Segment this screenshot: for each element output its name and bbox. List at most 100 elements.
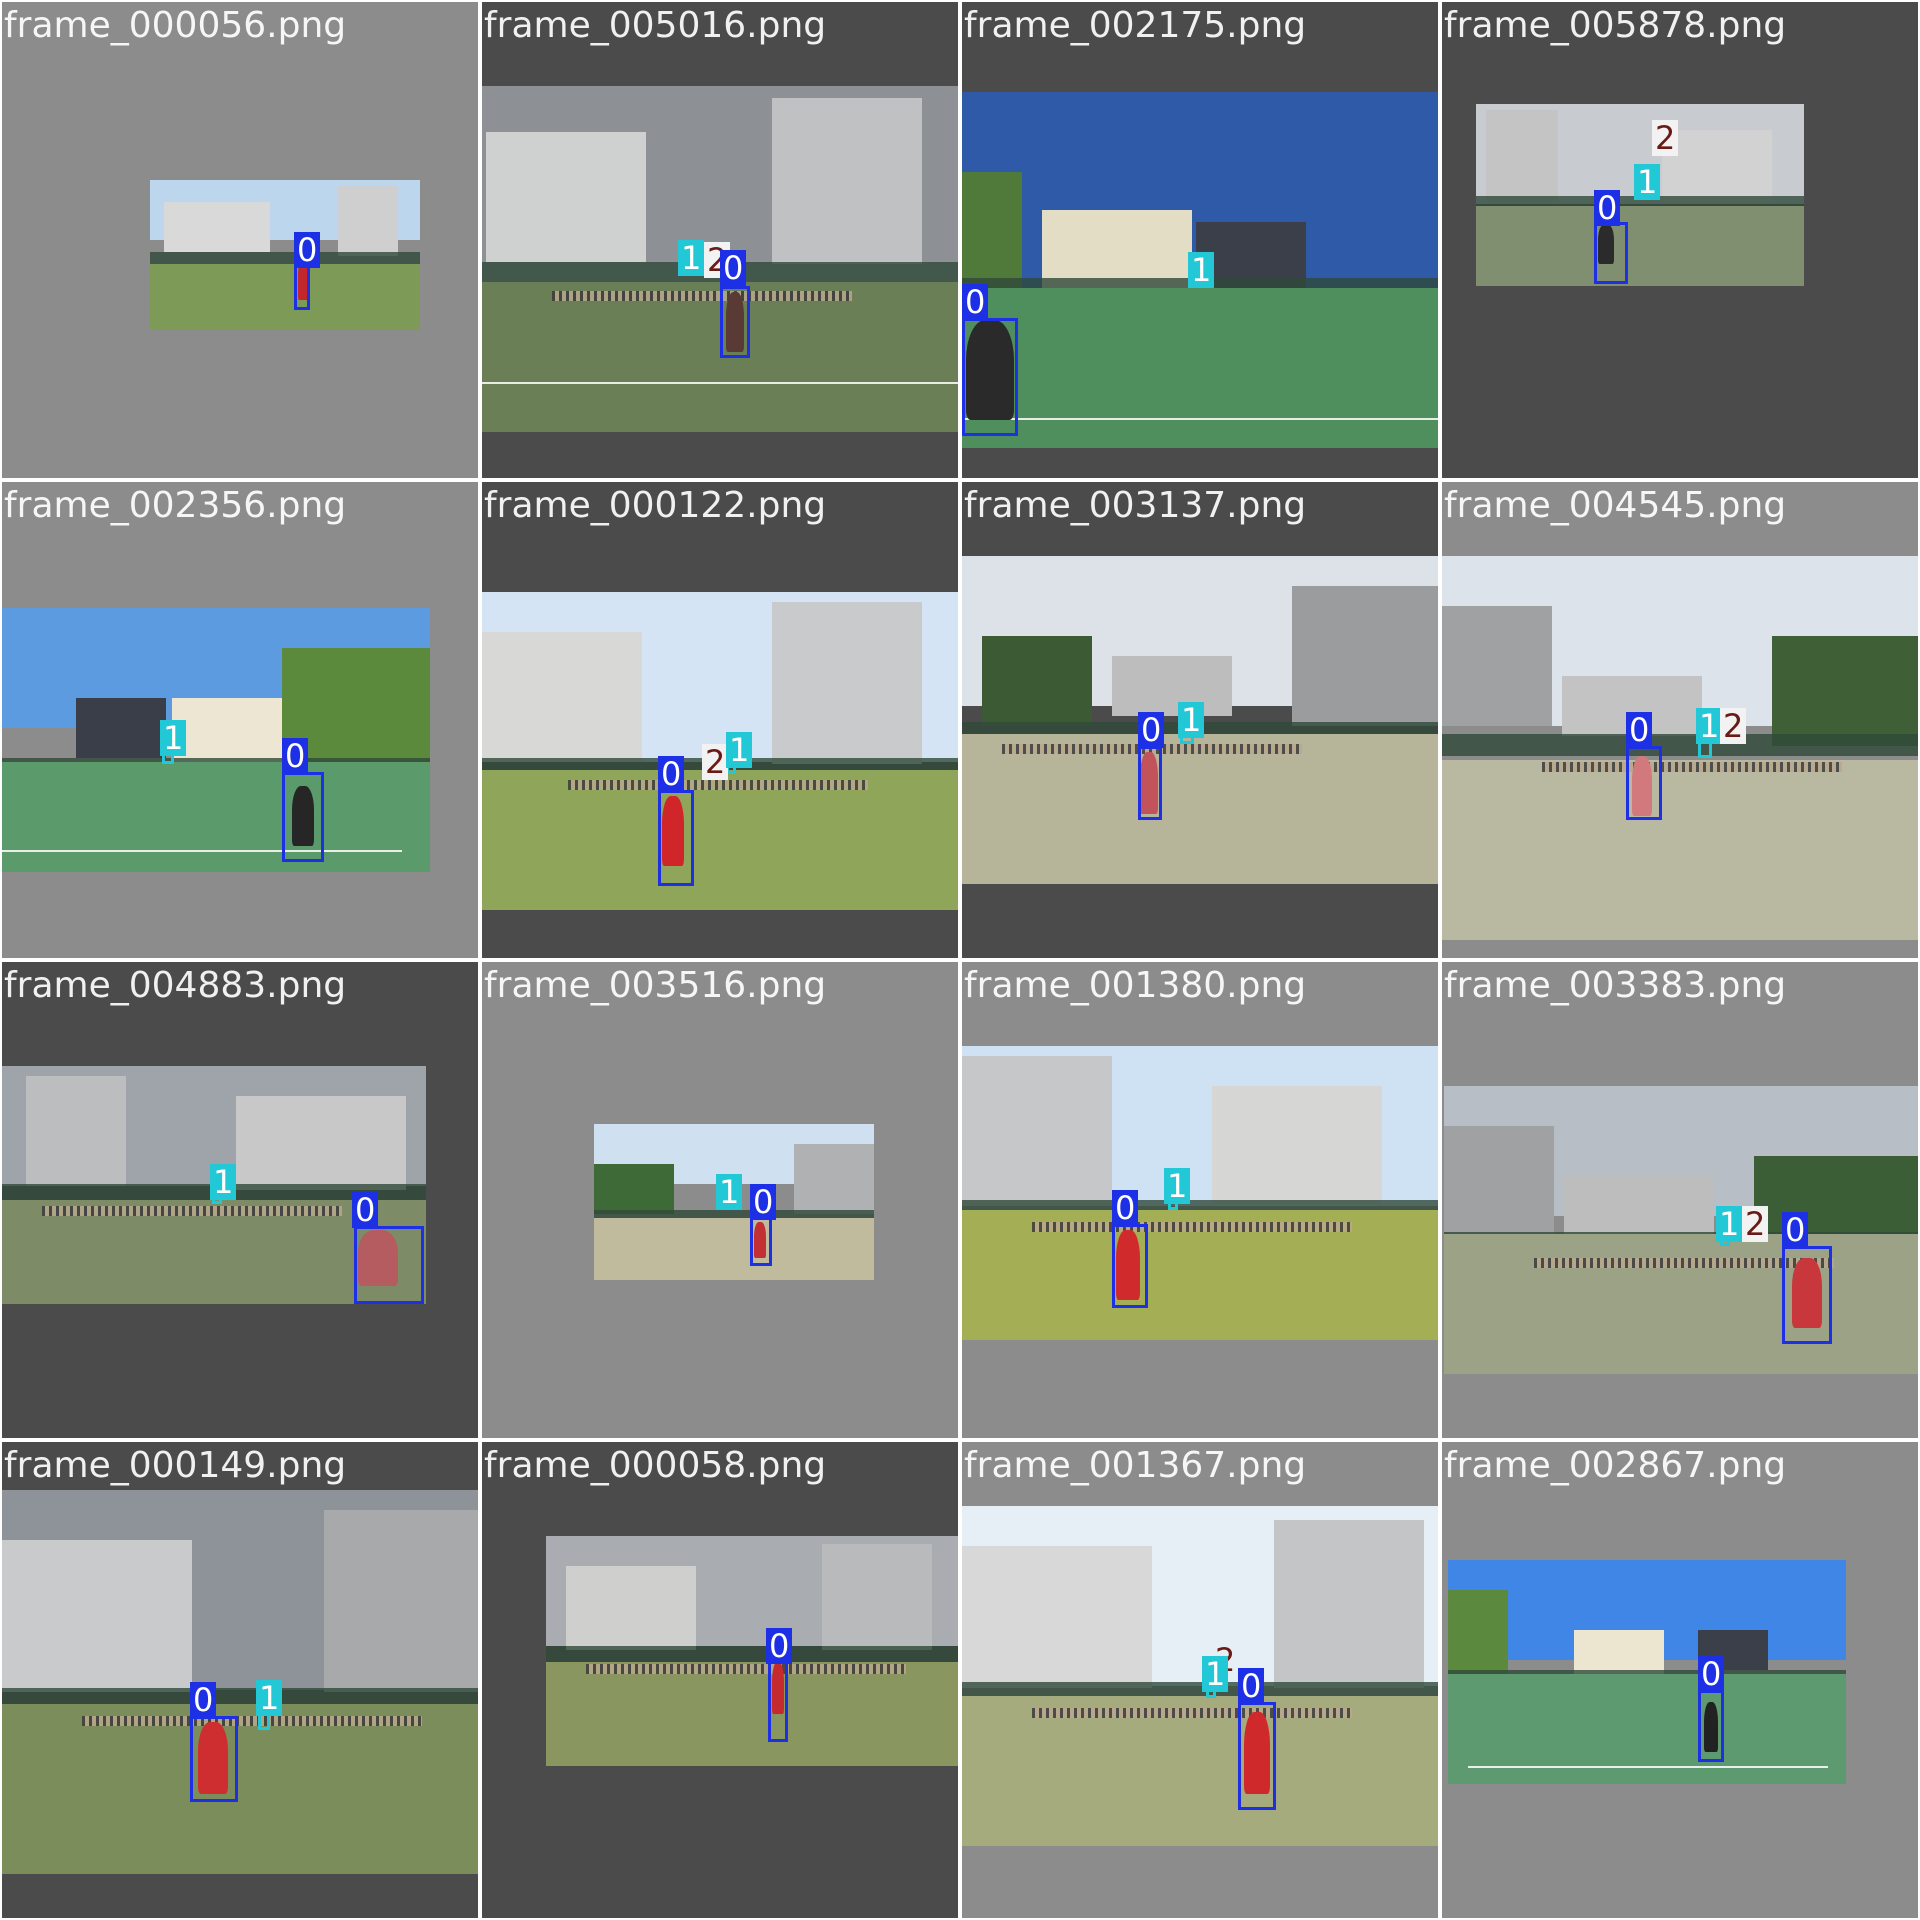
tile-frame-001367: frame_001367.png 2 1 0 xyxy=(960,1440,1440,1920)
building xyxy=(1772,636,1918,746)
detection-label-class-0: 0 xyxy=(962,284,989,320)
tile-filename: frame_000058.png xyxy=(484,1445,827,1486)
court xyxy=(1442,760,1918,940)
tile-filename: frame_000122.png xyxy=(484,485,827,526)
court xyxy=(150,264,420,330)
fence xyxy=(150,252,420,264)
photo: 2 1 0 xyxy=(1476,104,1804,286)
photo: 1 2 0 xyxy=(482,86,958,432)
detection-label-class-1: 1 xyxy=(1696,708,1723,744)
detection-label-class-1: 1 xyxy=(1634,164,1661,200)
detection-box-class-0 xyxy=(1782,1246,1832,1344)
court xyxy=(482,770,958,910)
tile-filename: frame_005016.png xyxy=(484,5,827,46)
detection-label-class-1: 1 xyxy=(160,720,187,756)
detection-label-class-0: 0 xyxy=(1138,712,1165,748)
building xyxy=(1212,1086,1382,1204)
building xyxy=(772,98,922,264)
detection-label-class-2: 2 xyxy=(1652,120,1679,156)
detection-label-class-0: 0 xyxy=(720,250,747,286)
photo: 0 2 1 xyxy=(482,592,958,910)
detection-label-class-1: 1 xyxy=(716,1174,743,1210)
tile-frame-005016: frame_005016.png 1 2 0 xyxy=(480,0,960,480)
detection-label-class-0: 0 xyxy=(658,756,685,792)
tile-frame-002175: frame_002175.png 0 1 xyxy=(960,0,1440,480)
court-line xyxy=(2,850,402,852)
photo: 0 xyxy=(546,1536,958,1766)
tile-filename: frame_004883.png xyxy=(4,965,347,1006)
fence xyxy=(1442,734,1918,756)
photo: 0 xyxy=(1448,1560,1846,1784)
photo: 1 2 0 xyxy=(1444,1086,1918,1374)
tile-filename: frame_001380.png xyxy=(964,965,1307,1006)
detection-box-class-0 xyxy=(1626,746,1662,820)
detection-box-class-0 xyxy=(1594,222,1628,284)
building xyxy=(1662,130,1772,204)
net xyxy=(586,1664,906,1674)
detection-label-class-0: 0 xyxy=(282,738,309,774)
photo: 0 1 xyxy=(962,1046,1438,1340)
tile-filename: frame_003383.png xyxy=(1444,965,1787,1006)
mosaic-grid: frame_000056.png 0 frame_005016.png 1 2 xyxy=(0,0,1920,1920)
building xyxy=(962,1546,1152,1688)
photo: 2 1 0 xyxy=(962,1506,1438,1846)
building xyxy=(1292,586,1438,726)
net xyxy=(42,1206,342,1216)
detection-label-class-1: 1 xyxy=(1202,1656,1229,1692)
detection-label-class-0: 0 xyxy=(1698,1656,1725,1692)
court-line xyxy=(1468,1766,1828,1768)
building xyxy=(962,1056,1112,1206)
tile-filename: frame_002356.png xyxy=(4,485,347,526)
detection-label-class-0: 0 xyxy=(1238,1668,1265,1704)
building xyxy=(594,1164,674,1214)
detection-box-class-0 xyxy=(282,772,324,862)
detection-label-class-0: 0 xyxy=(1782,1212,1809,1248)
fence xyxy=(546,1646,958,1662)
tile-filename: frame_005878.png xyxy=(1444,5,1787,46)
detection-label-class-1: 1 xyxy=(726,732,753,768)
detection-box-class-0 xyxy=(354,1226,424,1304)
tile-filename: frame_002867.png xyxy=(1444,1445,1787,1486)
detection-label-class-1: 1 xyxy=(1178,702,1205,738)
tile-frame-004545: frame_004545.png 0 1 2 xyxy=(1440,480,1920,960)
detection-label-class-0: 0 xyxy=(1594,190,1621,226)
building xyxy=(1444,1126,1554,1236)
building xyxy=(982,636,1092,726)
detection-label-class-1: 1 xyxy=(1188,252,1215,288)
court xyxy=(962,288,1438,448)
tile-frame-003383: frame_003383.png 1 2 0 xyxy=(1440,960,1920,1440)
detection-label-class-2: 2 xyxy=(1720,708,1747,744)
court xyxy=(962,734,1438,884)
detection-label-class-0: 0 xyxy=(750,1184,777,1220)
detection-label-class-0: 0 xyxy=(352,1192,379,1228)
detection-label-class-0: 0 xyxy=(294,232,321,268)
photo: 1 0 xyxy=(2,1066,426,1304)
building xyxy=(2,1540,192,1692)
detection-box-class-0 xyxy=(1698,1690,1724,1762)
building xyxy=(1442,606,1552,726)
detection-box-class-0 xyxy=(962,318,1018,436)
tile-frame-004883: frame_004883.png 1 0 xyxy=(0,960,480,1440)
tile-frame-000058: frame_000058.png 0 xyxy=(480,1440,960,1920)
tile-frame-002356: frame_002356.png 1 0 xyxy=(0,480,480,960)
building xyxy=(822,1544,932,1650)
detection-label-class-2: 2 xyxy=(702,744,729,780)
tile-frame-003516: frame_003516.png 1 0 xyxy=(480,960,960,1440)
tile-frame-002867: frame_002867.png 0 xyxy=(1440,1440,1920,1920)
building xyxy=(1112,656,1232,716)
building xyxy=(76,698,166,758)
court-line xyxy=(482,382,958,384)
detection-label-class-2: 2 xyxy=(1742,1206,1769,1242)
detection-label-class-0: 0 xyxy=(190,1682,217,1718)
photo: 0 1 xyxy=(962,556,1438,884)
court xyxy=(2,762,430,872)
building xyxy=(1274,1520,1424,1688)
net xyxy=(82,1716,422,1726)
tile-frame-001380: frame_001380.png 0 1 xyxy=(960,960,1440,1440)
detection-box-class-0 xyxy=(1112,1224,1148,1308)
court xyxy=(546,1662,958,1766)
photo: 1 0 xyxy=(2,608,430,872)
building xyxy=(236,1096,406,1190)
detection-label-class-1: 1 xyxy=(678,240,705,276)
building xyxy=(794,1144,874,1214)
